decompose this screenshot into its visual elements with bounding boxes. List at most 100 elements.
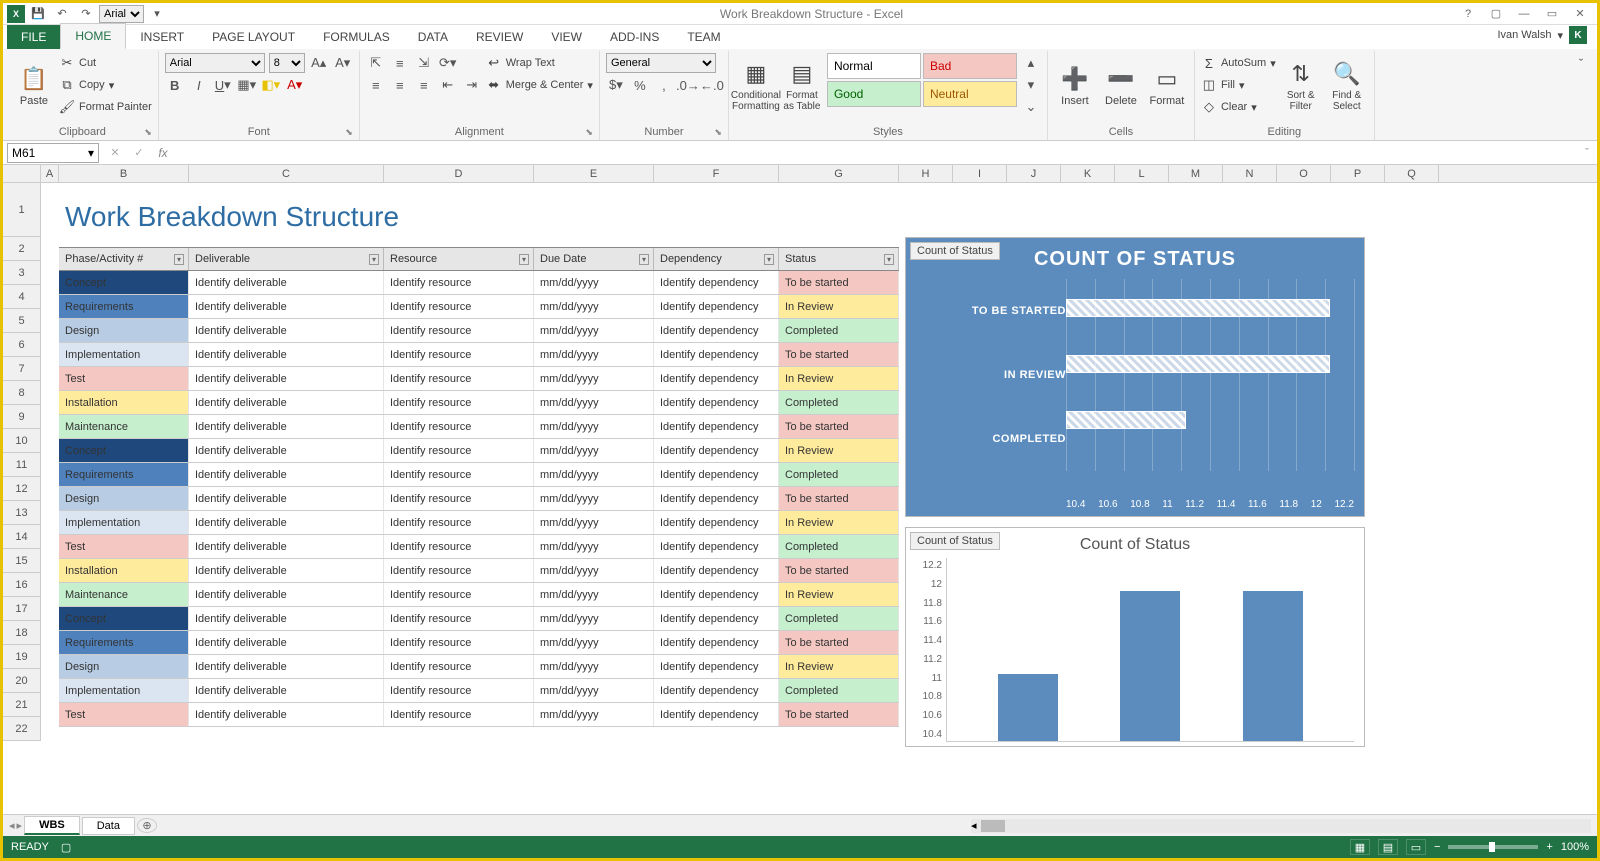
status-cell[interactable]: Completed: [779, 463, 899, 486]
due-date-cell[interactable]: mm/dd/yyyy: [534, 535, 654, 558]
row-header[interactable]: 20: [3, 669, 40, 693]
status-cell[interactable]: To be started: [779, 487, 899, 510]
autosum-button[interactable]: ΣAutoSum▾: [1201, 53, 1276, 73]
status-cell[interactable]: To be started: [779, 343, 899, 366]
maximize-icon[interactable]: ▭: [1539, 5, 1565, 23]
table-row[interactable]: TestIdentify deliverableIdentify resourc…: [59, 703, 899, 727]
dependency-cell[interactable]: Identify dependency: [654, 703, 779, 726]
tab-home[interactable]: HOME: [60, 23, 126, 49]
horizontal-scrollbar[interactable]: ◂: [971, 819, 1591, 833]
table-row[interactable]: RequirementsIdentify deliverableIdentify…: [59, 463, 899, 487]
name-box[interactable]: M61▾: [7, 143, 99, 163]
table-row[interactable]: DesignIdentify deliverableIdentify resou…: [59, 319, 899, 343]
font-size-select[interactable]: 8: [269, 53, 305, 73]
sheet-tab-wbs[interactable]: WBS: [24, 816, 80, 835]
percent-icon[interactable]: %: [630, 75, 650, 95]
styles-next-icon[interactable]: ▾: [1021, 75, 1041, 95]
resource-cell[interactable]: Identify resource: [384, 415, 534, 438]
dependency-cell[interactable]: Identify dependency: [654, 559, 779, 582]
deliverable-cell[interactable]: Identify deliverable: [189, 583, 384, 606]
status-cell[interactable]: In Review: [779, 511, 899, 534]
close-icon[interactable]: ✕: [1567, 5, 1593, 23]
phase-cell[interactable]: Design: [59, 487, 189, 510]
underline-button[interactable]: U▾: [213, 75, 233, 95]
clear-button[interactable]: ◇Clear▾: [1201, 97, 1276, 117]
table-row[interactable]: RequirementsIdentify deliverableIdentify…: [59, 295, 899, 319]
zoom-out-icon[interactable]: −: [1434, 841, 1440, 853]
column-header[interactable]: E: [534, 165, 654, 182]
due-date-cell[interactable]: mm/dd/yyyy: [534, 487, 654, 510]
due-date-cell[interactable]: mm/dd/yyyy: [534, 343, 654, 366]
deliverable-cell[interactable]: Identify deliverable: [189, 607, 384, 630]
row-header[interactable]: 21: [3, 693, 40, 717]
row-header[interactable]: 16: [3, 573, 40, 597]
dependency-cell[interactable]: Identify dependency: [654, 319, 779, 342]
merge-center-button[interactable]: ⬌Merge & Center▾: [486, 75, 593, 95]
dependency-cell[interactable]: Identify dependency: [654, 607, 779, 630]
status-cell[interactable]: In Review: [779, 583, 899, 606]
qat-font-select[interactable]: Arial: [99, 5, 144, 23]
minimize-icon[interactable]: —: [1511, 5, 1537, 23]
sheet-nav-next-icon[interactable]: ▸: [17, 819, 23, 832]
column-header[interactable]: O: [1277, 165, 1331, 182]
styles-prev-icon[interactable]: ▴: [1021, 53, 1041, 73]
align-bottom-icon[interactable]: ⇲: [414, 53, 434, 73]
dependency-cell[interactable]: Identify dependency: [654, 463, 779, 486]
due-date-cell[interactable]: mm/dd/yyyy: [534, 271, 654, 294]
row-header[interactable]: 14: [3, 525, 40, 549]
dependency-cell[interactable]: Identify dependency: [654, 391, 779, 414]
due-date-cell[interactable]: mm/dd/yyyy: [534, 391, 654, 414]
zoom-level[interactable]: 100%: [1561, 841, 1589, 853]
status-cell[interactable]: In Review: [779, 655, 899, 678]
resource-cell[interactable]: Identify resource: [384, 703, 534, 726]
due-date-cell[interactable]: mm/dd/yyyy: [534, 439, 654, 462]
comma-icon[interactable]: ,: [654, 75, 674, 95]
row-header[interactable]: 17: [3, 597, 40, 621]
phase-cell[interactable]: Requirements: [59, 295, 189, 318]
font-name-select[interactable]: Arial: [165, 53, 265, 73]
fill-button[interactable]: ◫Fill▾: [1201, 75, 1276, 95]
deliverable-cell[interactable]: Identify deliverable: [189, 487, 384, 510]
scrollbar-thumb[interactable]: [981, 820, 1005, 832]
status-cell[interactable]: In Review: [779, 367, 899, 390]
deliverable-cell[interactable]: Identify deliverable: [189, 703, 384, 726]
filter-dropdown-icon[interactable]: ▾: [519, 254, 529, 265]
dependency-cell[interactable]: Identify dependency: [654, 415, 779, 438]
table-row[interactable]: DesignIdentify deliverableIdentify resou…: [59, 655, 899, 679]
macro-record-icon[interactable]: ▢: [61, 841, 71, 854]
increase-decimal-icon[interactable]: .0→: [678, 75, 698, 95]
phase-cell[interactable]: Requirements: [59, 631, 189, 654]
phase-cell[interactable]: Concept: [59, 271, 189, 294]
style-neutral[interactable]: Neutral: [923, 81, 1017, 107]
chart-field-button[interactable]: Count of Status: [910, 532, 1000, 550]
due-date-cell[interactable]: mm/dd/yyyy: [534, 655, 654, 678]
table-header[interactable]: Status▾: [779, 248, 899, 270]
tab-page-layout[interactable]: PAGE LAYOUT: [198, 25, 309, 49]
due-date-cell[interactable]: mm/dd/yyyy: [534, 367, 654, 390]
clipboard-launcher[interactable]: ⬊: [144, 127, 152, 138]
status-cell[interactable]: To be started: [779, 631, 899, 654]
ribbon-options-icon[interactable]: ▢: [1483, 5, 1509, 23]
row-header[interactable]: 22: [3, 717, 40, 741]
confirm-formula-icon[interactable]: ✓: [127, 143, 151, 163]
dependency-cell[interactable]: Identify dependency: [654, 583, 779, 606]
due-date-cell[interactable]: mm/dd/yyyy: [534, 583, 654, 606]
row-header[interactable]: 18: [3, 621, 40, 645]
format-as-table-button[interactable]: ▤Format as Table: [781, 53, 823, 119]
increase-font-icon[interactable]: A▴: [309, 53, 329, 73]
formula-input[interactable]: [175, 143, 1577, 163]
increase-indent-icon[interactable]: ⇥: [462, 75, 482, 95]
column-header[interactable]: D: [384, 165, 534, 182]
column-header[interactable]: B: [59, 165, 189, 182]
resource-cell[interactable]: Identify resource: [384, 367, 534, 390]
sheet-content[interactable]: Work Breakdown Structure Phase/Activity …: [41, 183, 1597, 814]
tab-view[interactable]: VIEW: [537, 25, 596, 49]
column-header[interactable]: A: [41, 165, 59, 182]
align-middle-icon[interactable]: ≡: [390, 53, 410, 73]
deliverable-cell[interactable]: Identify deliverable: [189, 367, 384, 390]
deliverable-cell[interactable]: Identify deliverable: [189, 679, 384, 702]
format-painter-button[interactable]: 🖌Format Painter: [59, 97, 152, 117]
row-header[interactable]: 11: [3, 453, 40, 477]
table-row[interactable]: ImplementationIdentify deliverableIdenti…: [59, 679, 899, 703]
resource-cell[interactable]: Identify resource: [384, 319, 534, 342]
